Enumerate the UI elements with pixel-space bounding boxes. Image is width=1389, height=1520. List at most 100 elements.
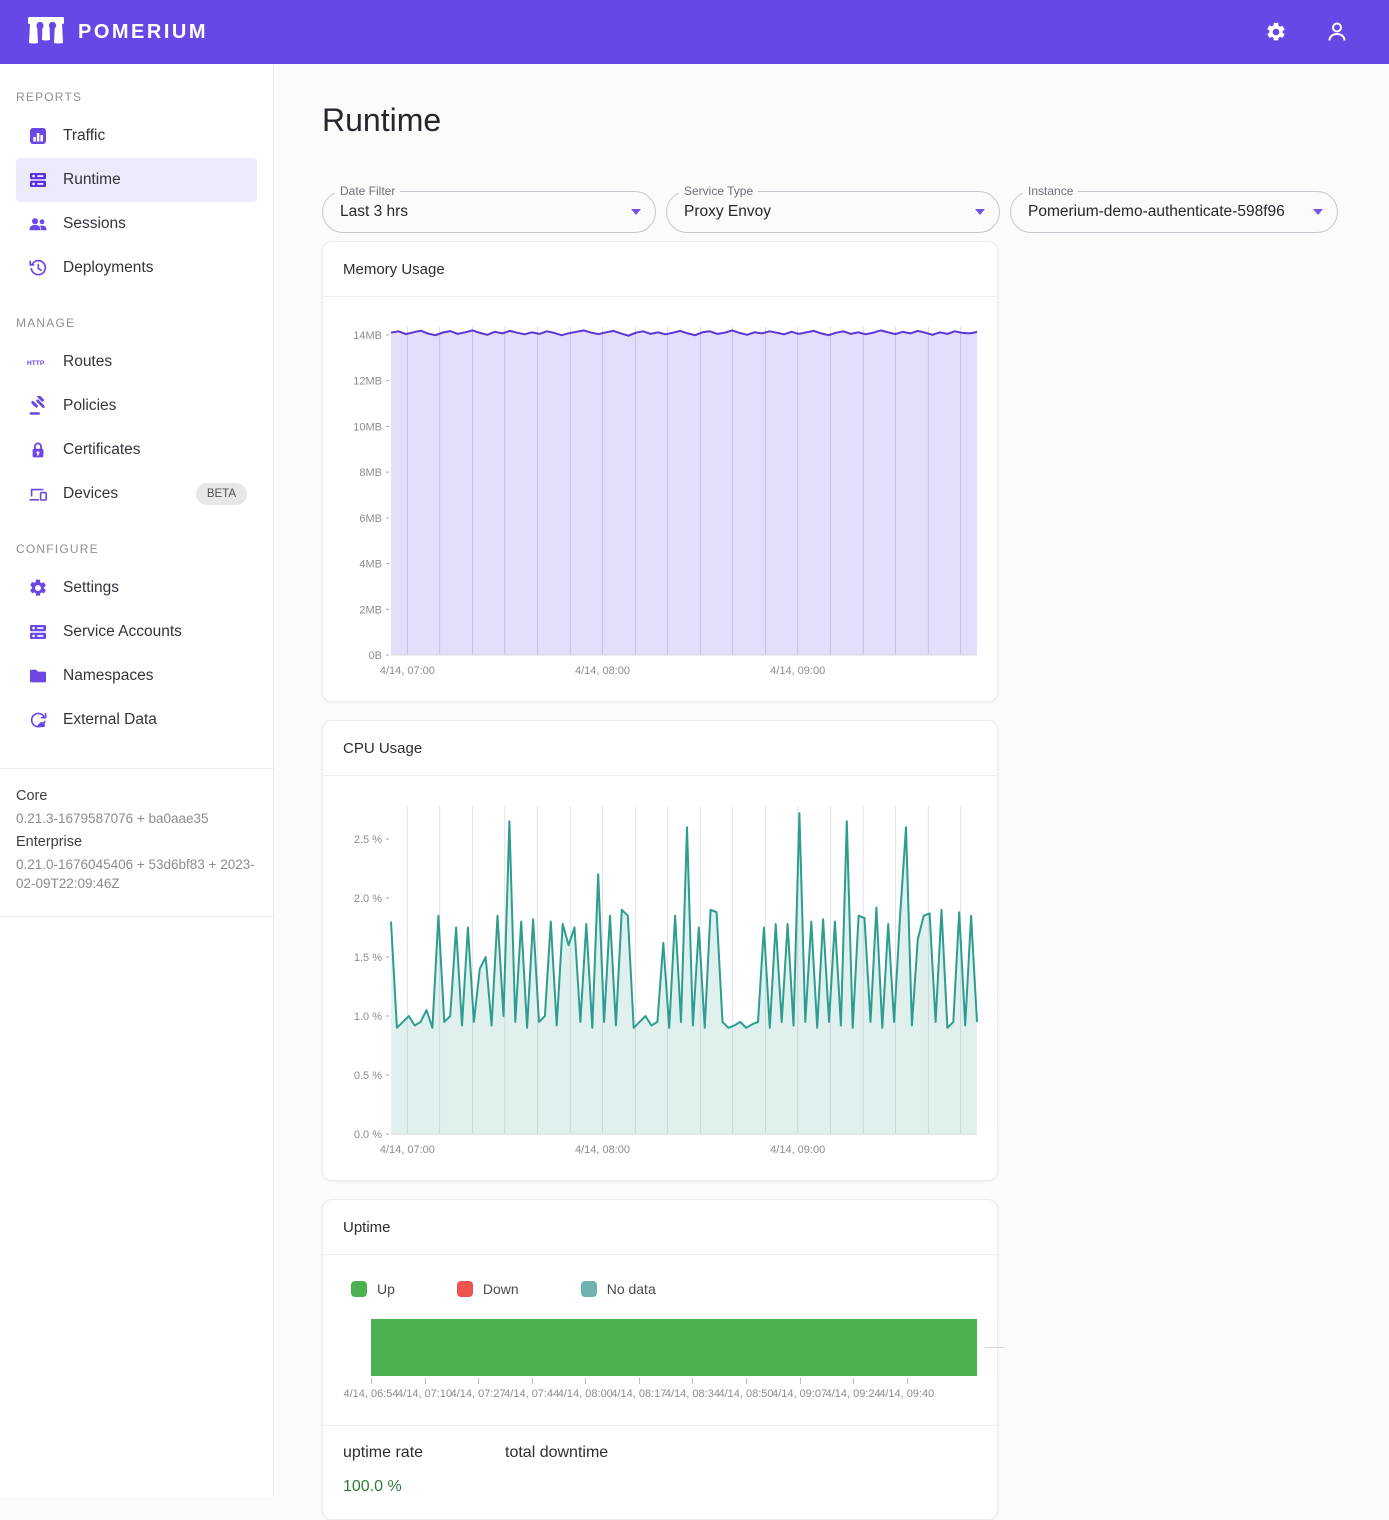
core-version-value: 0.21.3-1679587076 + ba0aae35 xyxy=(16,809,257,829)
svg-text:2.0 %: 2.0 % xyxy=(354,893,382,905)
svg-text:4/14, 07:00: 4/14, 07:00 xyxy=(380,665,435,677)
cpu-usage-title: CPU Usage xyxy=(323,721,997,776)
sidebar-item-traffic[interactable]: Traffic xyxy=(16,114,257,158)
uptime-tick-row xyxy=(371,1376,977,1385)
uptime-axis-tick-label: 4/14, 07:44 xyxy=(504,1388,559,1400)
nodata-swatch-icon xyxy=(581,1281,597,1297)
sidebar-item-label: Traffic xyxy=(63,127,105,145)
enterprise-version-label: Enterprise xyxy=(16,832,257,853)
uptime-axis-tick xyxy=(692,1378,693,1384)
legend-item-nodata: No data xyxy=(581,1281,656,1297)
instance-label: Instance xyxy=(1023,184,1078,198)
sessions-icon xyxy=(26,212,50,236)
service-type-value: Proxy Envoy xyxy=(684,203,967,221)
uptime-rate-label: uptime rate xyxy=(343,1444,505,1462)
uptime-axis-tick xyxy=(639,1378,640,1384)
external-data-icon xyxy=(26,708,50,732)
traffic-icon xyxy=(26,124,50,148)
uptime-axis-tick-label: 4/14, 08:34 xyxy=(665,1388,720,1400)
svg-text:4/14, 08:00: 4/14, 08:00 xyxy=(575,1144,630,1156)
uptime-label-row: 4/14, 06:544/14, 07:104/14, 07:274/14, 0… xyxy=(371,1388,977,1403)
sidebar-item-label: Deployments xyxy=(63,259,153,277)
uptime-segment-up xyxy=(371,1319,977,1376)
svg-text:0.5 %: 0.5 % xyxy=(354,1070,382,1082)
brand[interactable]: POMERIUM xyxy=(26,13,208,52)
svg-text:0B: 0B xyxy=(369,650,382,662)
svg-text:4MB: 4MB xyxy=(359,559,382,571)
uptime-axis-tick-label: 4/14, 07:27 xyxy=(451,1388,506,1400)
svg-text:1.0 %: 1.0 % xyxy=(354,1011,382,1023)
sidebar-item-policies[interactable]: Policies xyxy=(16,384,257,428)
svg-text:0.0 %: 0.0 % xyxy=(354,1129,382,1141)
namespaces-folder-icon xyxy=(26,664,50,688)
brand-name: POMERIUM xyxy=(78,21,208,44)
uptime-title: Uptime xyxy=(323,1200,997,1255)
section-header-manage: MANAGE xyxy=(0,290,273,340)
svg-text:4/14, 09:00: 4/14, 09:00 xyxy=(770,665,825,677)
svg-text:4/14, 07:00: 4/14, 07:00 xyxy=(380,1144,435,1156)
service-accounts-icon xyxy=(26,620,50,644)
sidebar-item-label: Routes xyxy=(63,353,112,371)
sidebar-item-certificates[interactable]: Certificates BETA xyxy=(16,428,257,472)
version-info: Core 0.21.3-1679587076 + ba0aae35 Enterp… xyxy=(0,769,273,908)
svg-text:4/14, 09:00: 4/14, 09:00 xyxy=(770,1144,825,1156)
service-type-label: Service Type xyxy=(679,184,758,198)
legend-item-down: Down xyxy=(457,1281,519,1297)
up-swatch-icon xyxy=(351,1281,367,1297)
devices-icon xyxy=(26,482,50,506)
sidebar-item-label: Policies xyxy=(63,397,116,415)
settings-gear-icon[interactable] xyxy=(1265,21,1287,43)
svg-text:1.5 %: 1.5 % xyxy=(354,952,382,964)
sidebar-item-label: Runtime xyxy=(63,171,121,189)
core-version-label: Core xyxy=(16,786,257,807)
sidebar-item-label: Devices xyxy=(63,485,118,503)
enterprise-version-value: 0.21.0-1676045406 + 53d6bf83 + 2023-02-0… xyxy=(16,855,257,894)
sidebar-item-label: External Data xyxy=(63,711,157,729)
sidebar-item-deployments[interactable]: Deployments xyxy=(16,246,257,290)
uptime-axis-tick xyxy=(532,1378,533,1384)
down-swatch-icon xyxy=(457,1281,473,1297)
deployments-icon xyxy=(26,256,50,280)
svg-text:14MB: 14MB xyxy=(353,330,382,342)
uptime-axis-tick-label: 4/14, 08:17 xyxy=(611,1388,666,1400)
date-filter-label: Date Filter xyxy=(335,184,400,198)
section-header-configure: CONFIGURE xyxy=(0,516,273,566)
sidebar-item-sessions[interactable]: Sessions xyxy=(16,202,257,246)
instance-select[interactable]: Instance Pomerium-demo-authenticate-598f… xyxy=(1010,191,1338,233)
memory-usage-title: Memory Usage xyxy=(323,242,997,297)
uptime-axis-tick xyxy=(746,1378,747,1384)
sidebar-item-label: Sessions xyxy=(63,215,126,233)
uptime-axis-tick-label: 4/14, 07:10 xyxy=(397,1388,452,1400)
sidebar-item-runtime[interactable]: Runtime xyxy=(16,158,257,202)
sidebar: REPORTS Traffic Runtime Sessions Deploym… xyxy=(0,64,274,1497)
sidebar-item-label: Namespaces xyxy=(63,667,153,685)
main-content: Runtime Date Filter Last 3 hrs Service T… xyxy=(274,64,1389,1497)
svg-text:HTTP: HTTP xyxy=(27,360,45,367)
uptime-axis-tick-label: 4/14, 08:00 xyxy=(558,1388,613,1400)
sidebar-item-devices[interactable]: Devices BETA xyxy=(16,472,257,516)
sidebar-item-routes[interactable]: HTTP Routes xyxy=(16,340,257,384)
service-type-select[interactable]: Service Type Proxy Envoy xyxy=(666,191,1000,233)
total-downtime-value xyxy=(505,1478,667,1497)
user-profile-icon[interactable] xyxy=(1325,20,1349,44)
cpu-usage-chart: 0.0 %0.5 %1.0 %1.5 %2.0 %2.5 %4/14, 07:0… xyxy=(341,790,981,1168)
date-filter-select[interactable]: Date Filter Last 3 hrs xyxy=(322,191,656,233)
uptime-axis-tick xyxy=(800,1378,801,1384)
beta-badge: BETA xyxy=(196,483,247,505)
sidebar-item-namespaces[interactable]: Namespaces xyxy=(16,654,257,698)
uptime-bar xyxy=(371,1319,977,1376)
total-downtime-stat: total downtime xyxy=(505,1444,667,1497)
uptime-rate-value: 100.0 % xyxy=(343,1478,505,1497)
sidebar-item-settings[interactable]: Settings xyxy=(16,566,257,610)
uptime-axis-tick xyxy=(585,1378,586,1384)
sidebar-item-external-data[interactable]: External Data xyxy=(16,698,257,742)
svg-text:10MB: 10MB xyxy=(353,421,382,433)
svg-text:4/14, 08:00: 4/14, 08:00 xyxy=(575,665,630,677)
sidebar-item-service-accounts[interactable]: Service Accounts xyxy=(16,610,257,654)
uptime-axis-tick-label: 4/14, 09:07 xyxy=(772,1388,827,1400)
uptime-axis-tick-label: 4/14, 06:54 xyxy=(343,1388,398,1400)
routes-http-icon: HTTP xyxy=(26,350,50,374)
svg-text:6MB: 6MB xyxy=(359,513,382,525)
memory-usage-chart: 0B2MB4MB6MB8MB10MB12MB14MB4/14, 07:004/1… xyxy=(341,311,981,689)
svg-text:12MB: 12MB xyxy=(353,376,382,388)
